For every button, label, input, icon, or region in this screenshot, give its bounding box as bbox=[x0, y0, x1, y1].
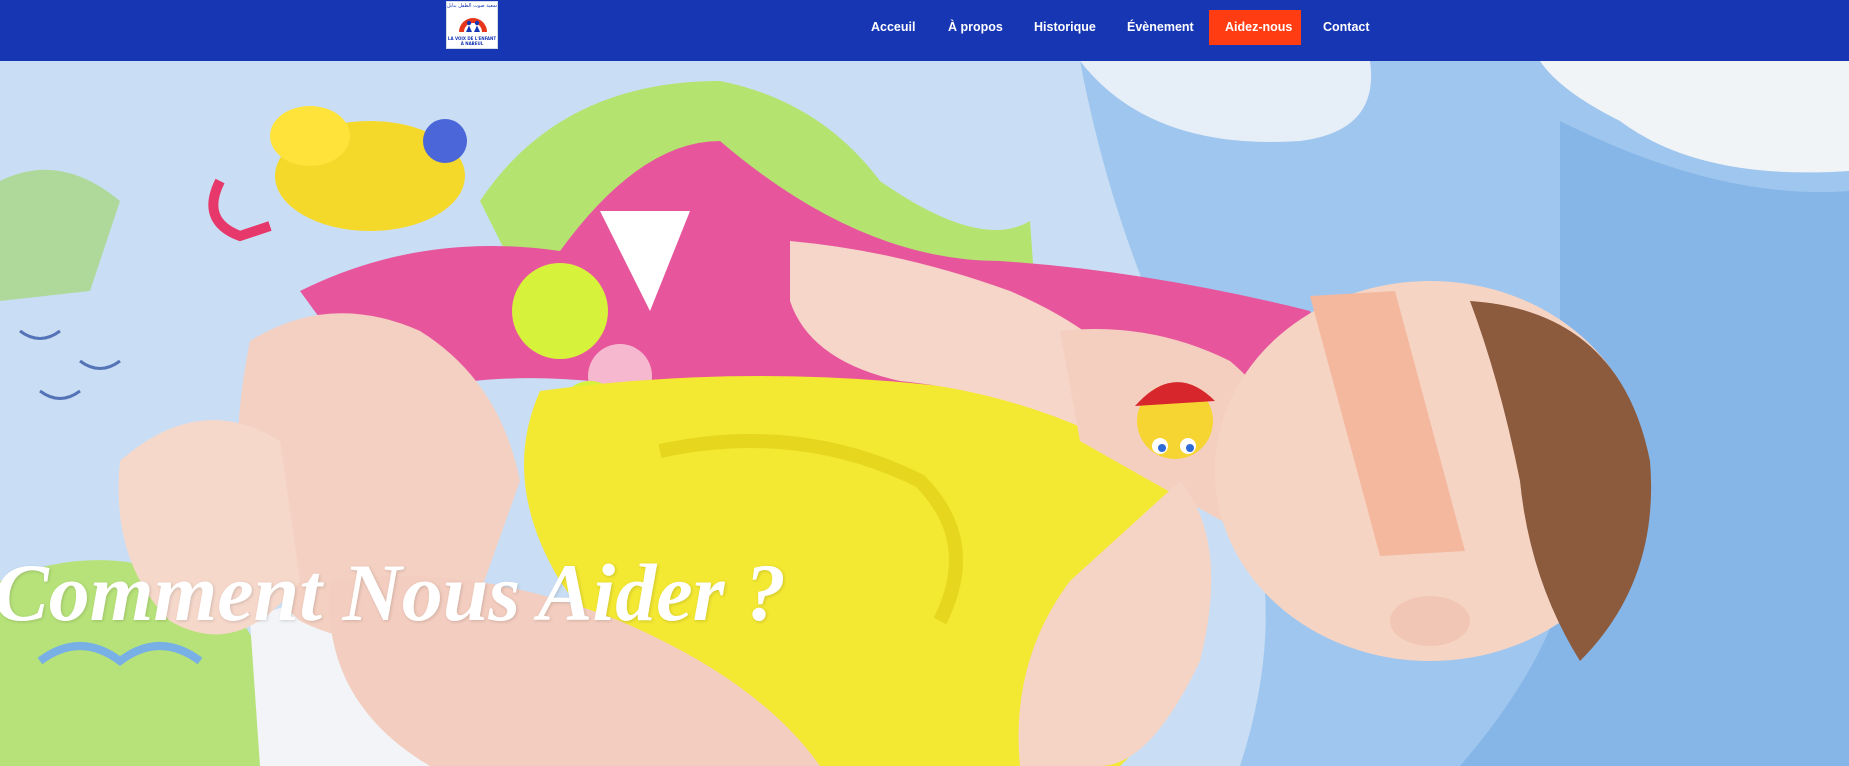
rainbow-family-logo-icon bbox=[459, 18, 487, 32]
site-logo[interactable]: جمعية صوت الطفل بنابل La voix de l'enfan… bbox=[446, 1, 498, 49]
logo-caption: La voix de l'enfant à Nabeul bbox=[447, 36, 497, 46]
hero-background-photo bbox=[0, 61, 1849, 766]
nav-item-aidez-nous[interactable]: Aidez-nous bbox=[1209, 10, 1301, 45]
nav-item-historique[interactable]: Historique bbox=[1034, 10, 1096, 45]
site-header: جمعية صوت الطفل بنابل La voix de l'enfan… bbox=[0, 0, 1849, 61]
nav-item-evenement[interactable]: Évènement bbox=[1127, 10, 1194, 45]
page: جمعية صوت الطفل بنابل La voix de l'enfan… bbox=[0, 0, 1849, 766]
nav-item-acceuil[interactable]: Acceuil bbox=[871, 10, 915, 45]
nav-item-a-propos[interactable]: À propos bbox=[948, 10, 1003, 45]
nav-item-contact[interactable]: Contact bbox=[1323, 10, 1370, 45]
logo-arabic-text: جمعية صوت الطفل بنابل bbox=[447, 3, 498, 9]
hero-banner: Comment Nous Aider ? bbox=[0, 61, 1849, 766]
hero-title: Comment Nous Aider ? bbox=[0, 546, 787, 638]
